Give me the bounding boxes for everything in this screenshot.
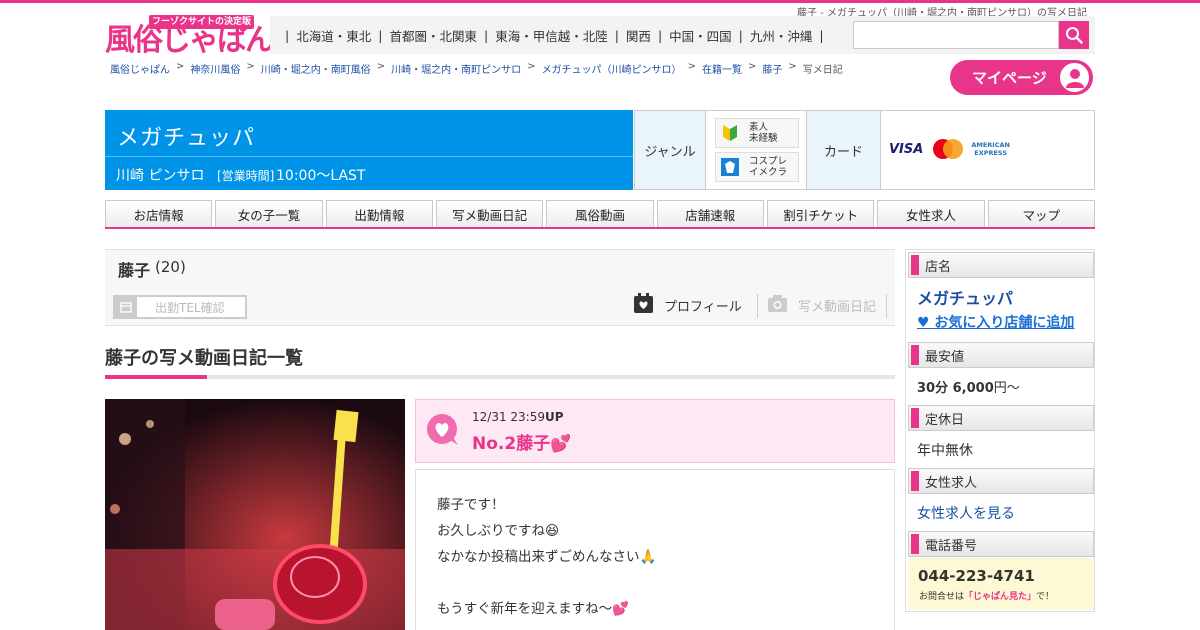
region-link[interactable]: 東海・甲信越・北陸 bbox=[495, 26, 608, 45]
girl-name: 藤子 bbox=[118, 261, 151, 280]
genre-tag: 素人 未経験 bbox=[715, 118, 799, 148]
girl-header: 藤子 (20) 出勤TEL確認 プロフィール 写メ動画日記 bbox=[105, 249, 895, 326]
mypage-button[interactable]: マイページ bbox=[950, 60, 1093, 95]
hours-label: [営業時間] bbox=[217, 169, 275, 183]
sidebar-heading: 電話番号 bbox=[908, 531, 1094, 557]
tab-news[interactable]: 店舗速報 bbox=[656, 200, 764, 227]
visa-logo: VISA bbox=[889, 141, 924, 157]
post-body: 藤子です！ お久しぶりですね😆 なかなか投稿出来ずごめんなさい🙏 もうすぐ新年を… bbox=[415, 469, 895, 630]
genre-tag: コスプレ イメクラ bbox=[715, 152, 799, 182]
sidebar: 店名 メガチュッパ ♥ お気に入り店舗に追加 最安値 30分 6,000円～ 定… bbox=[905, 249, 1095, 612]
girl-age: (20) bbox=[155, 258, 186, 276]
calendar-icon bbox=[115, 297, 137, 317]
tab-coupon[interactable]: 割引チケット bbox=[766, 200, 875, 227]
breadcrumb: 風俗じゃぱん > 神奈川風俗 > 川崎・堀之内・南町風俗 > 川崎・堀之内・南町ピンサ… bbox=[110, 61, 843, 76]
region-link[interactable]: 北海道・東北 bbox=[296, 26, 371, 45]
min-price: 30分 6,000円～ bbox=[917, 381, 1020, 396]
sidebar-shop-name: メガチュッパ bbox=[917, 289, 1014, 308]
breadcrumb-link[interactable]: 在籍一覧 bbox=[702, 61, 742, 76]
diary-photo[interactable] bbox=[105, 399, 405, 630]
logo-text: 風俗じゃぱん! bbox=[105, 23, 287, 58]
breadcrumb-link[interactable]: メガチュッパ（川崎ピンサロ） bbox=[542, 61, 682, 76]
sidebar-heading: 店名 bbox=[908, 252, 1094, 278]
post-line bbox=[437, 570, 894, 596]
region-link[interactable]: 首都圏・北関東 bbox=[389, 26, 477, 45]
tab-schedule[interactable]: 出勤情報 bbox=[325, 200, 433, 227]
shop-tabs: お店情報 女の子一覧 出勤情報 写メ動画日記 風俗動画 店舗速報 割引チケット … bbox=[105, 200, 1095, 229]
beginner-icon bbox=[719, 122, 741, 144]
sidebar-heading: 女性求人 bbox=[908, 468, 1094, 494]
user-icon bbox=[1057, 60, 1092, 95]
post-date: 12/31 23:59 bbox=[472, 410, 545, 424]
tab-map[interactable]: マップ bbox=[987, 200, 1095, 227]
sidebar-heading: 定休日 bbox=[908, 405, 1094, 431]
search-icon bbox=[1066, 27, 1083, 44]
costume-icon bbox=[719, 156, 741, 178]
mypage-label: マイページ bbox=[972, 69, 1047, 87]
region-link[interactable]: 中国・四国 bbox=[669, 26, 732, 45]
holiday-value: 年中無休 bbox=[917, 443, 973, 459]
search-input[interactable] bbox=[853, 21, 1059, 49]
heart-icon bbox=[426, 414, 460, 450]
section-title: 藤子の写メ動画日記一覧 bbox=[105, 348, 303, 369]
breadcrumb-link[interactable]: 川崎・堀之内・南町風俗 bbox=[261, 61, 371, 76]
top-accent-bar bbox=[0, 0, 1200, 3]
tab-shop-info[interactable]: お店情報 bbox=[105, 200, 213, 227]
post-line: なかなか投稿出来ずごめんなさい🙏 bbox=[437, 549, 657, 565]
shop-hours: 10:00～LAST bbox=[276, 168, 366, 184]
region-link[interactable]: 関西 bbox=[626, 26, 651, 45]
post-line: お久しぶりですね😆 bbox=[437, 523, 560, 539]
profile-calendar-icon bbox=[633, 293, 654, 318]
site-logo[interactable]: フーゾクサイトの決定版 風俗じゃぱん! bbox=[105, 14, 287, 58]
attendance-tel-button[interactable]: 出勤TEL確認 bbox=[113, 295, 247, 319]
phone-number[interactable]: 044-223-4741 bbox=[918, 567, 1035, 585]
post-up-label: UP bbox=[545, 410, 564, 424]
phone-note: お問合せは「じゃぱん見た」で！ bbox=[919, 592, 1055, 602]
tab-photo-diary[interactable]: 写メ動画日記 bbox=[435, 200, 544, 227]
section-rule bbox=[105, 375, 895, 379]
breadcrumb-link[interactable]: 藤子 bbox=[762, 61, 782, 76]
region-link[interactable]: 九州・沖縄 bbox=[750, 26, 813, 45]
tab-videos[interactable]: 風俗動画 bbox=[546, 200, 654, 227]
genre-tags: 素人 未経験 コスプレ イメクラ bbox=[705, 110, 807, 190]
breadcrumb-current: 写メ日記 bbox=[802, 65, 843, 76]
profile-link[interactable]: プロフィール bbox=[633, 293, 742, 318]
tab-girls-list[interactable]: 女の子一覧 bbox=[215, 200, 323, 227]
shop-name: メガチュッパ bbox=[117, 126, 256, 151]
breadcrumb-link[interactable]: 風俗じゃぱん bbox=[110, 61, 170, 76]
tab-recruit[interactable]: 女性求人 bbox=[877, 200, 985, 227]
post-title[interactable]: No.2藤子💕 bbox=[472, 429, 571, 454]
shop-area: 川崎 ピンサロ bbox=[116, 168, 205, 184]
amex-logo: AMERICAN EXPRESS bbox=[971, 141, 1010, 157]
post-header: 12/31 23:59 UP No.2藤子💕 bbox=[415, 399, 895, 463]
phone-box: 044-223-4741 お問合せは「じゃぱん見た」で！ bbox=[908, 558, 1094, 610]
post-line: もうすぐ新年を迎えますね〜💕 bbox=[437, 601, 629, 617]
sidebar-heading: 最安値 bbox=[908, 342, 1094, 368]
photo-diary-link: 写メ動画日記 bbox=[767, 293, 876, 317]
post-line: 藤子です！ bbox=[437, 497, 505, 513]
mastercard-logo bbox=[931, 139, 964, 159]
accepted-cards: VISA AMERICAN EXPRESS bbox=[880, 110, 1095, 190]
breadcrumb-link[interactable]: 神奈川風俗 bbox=[190, 61, 240, 76]
breadcrumb-link[interactable]: 川崎・堀之内・南町ピンサロ bbox=[391, 61, 521, 76]
camera-icon bbox=[767, 293, 788, 317]
recruit-link[interactable]: 女性求人を見る bbox=[917, 503, 1015, 523]
genre-label: ジャンル bbox=[634, 110, 706, 190]
search-button[interactable] bbox=[1059, 21, 1089, 49]
card-label: カード bbox=[806, 110, 881, 190]
region-nav: | 北海道・東北 | 首都圏・北関東 | 東海・甲信越・北陸 | 関西 | 中国… bbox=[270, 16, 845, 54]
shop-header: メガチュッパ 川崎 ピンサロ [営業時間] 10:00～LAST bbox=[105, 110, 633, 190]
search-box bbox=[845, 16, 1095, 54]
add-favorite-link[interactable]: ♥ お気に入り店舗に追加 bbox=[917, 312, 1074, 332]
